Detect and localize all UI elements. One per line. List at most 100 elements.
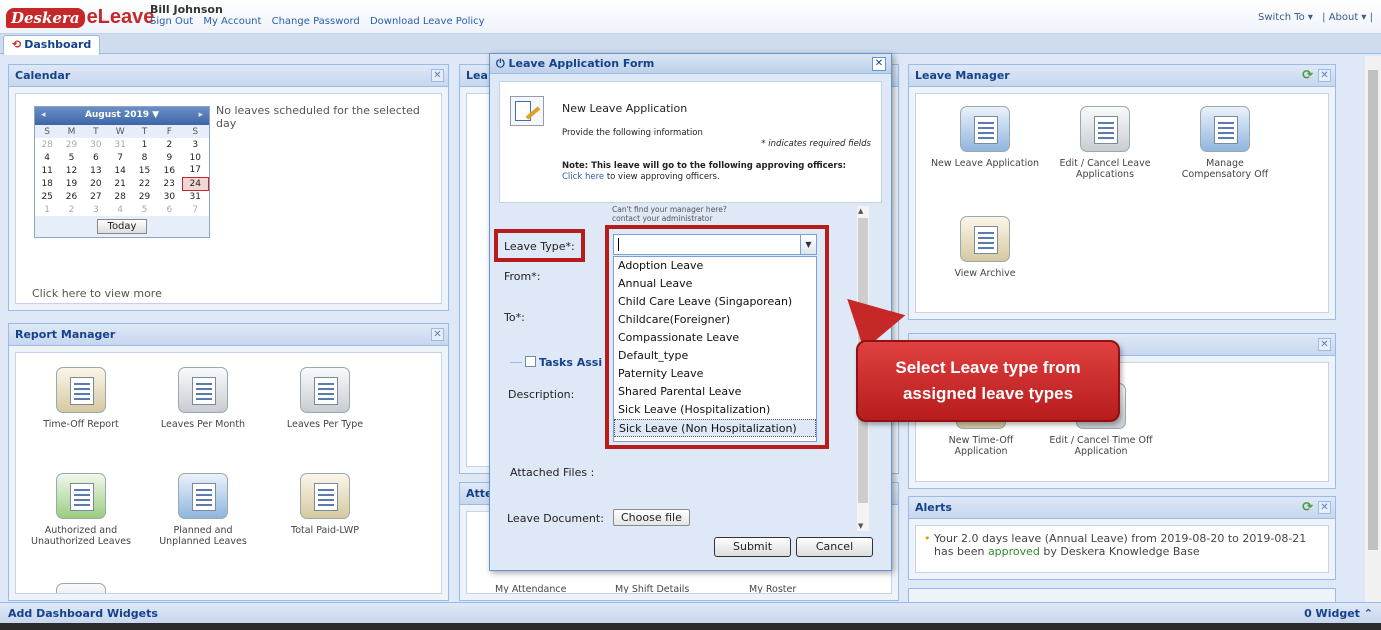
calendar-day[interactable]: 6: [84, 151, 108, 164]
modal-close-icon[interactable]: ✕: [872, 57, 886, 71]
today-button[interactable]: Today: [96, 219, 148, 234]
calendar-day[interactable]: 30: [84, 138, 108, 151]
manage-compensatory-off-tile[interactable]: Manage Compensatory Off: [1170, 106, 1280, 180]
edit-leave-icon: [1080, 106, 1130, 152]
my-shift-details-tile[interactable]: My Shift Details: [615, 584, 689, 593]
calendar-day[interactable]: 29: [132, 190, 156, 203]
refresh-icon[interactable]: ⟳: [1302, 500, 1313, 515]
calendar-day[interactable]: 8: [132, 151, 156, 164]
no-leaves-text: No leaves scheduled for the selected day: [216, 104, 420, 130]
my-account-link[interactable]: My Account: [203, 16, 261, 27]
edit-cancel-leave-tile[interactable]: Edit / Cancel Leave Applications: [1050, 106, 1160, 180]
calendar-day[interactable]: 3: [84, 203, 108, 216]
calendar-month-picker[interactable]: August 2019 ▼: [85, 110, 159, 120]
submit-button[interactable]: Submit: [714, 537, 791, 557]
report-icon: [300, 367, 350, 413]
about-menu[interactable]: | About ▾ |: [1322, 12, 1373, 23]
choose-file-button[interactable]: Choose file: [613, 509, 690, 526]
calendar-day[interactable]: 9: [157, 151, 182, 164]
calendar-day[interactable]: 28: [108, 190, 132, 203]
calendar-day[interactable]: 14: [108, 164, 132, 177]
collapse-icon[interactable]: ⌃: [1364, 607, 1373, 620]
my-roster-tile[interactable]: My Roster: [749, 584, 796, 593]
refresh-icon[interactable]: ⟳: [1302, 68, 1313, 83]
calendar-day[interactable]: 17: [182, 164, 208, 177]
sign-out-link[interactable]: Sign Out: [150, 16, 193, 27]
calendar-day[interactable]: 16: [157, 164, 182, 177]
calendar-day[interactable]: 31: [182, 190, 208, 203]
calendar-day[interactable]: 31: [108, 138, 132, 151]
time-off-report-tile[interactable]: Time-Off Report: [26, 367, 136, 430]
add-dashboard-widgets-button[interactable]: Add Dashboard Widgets: [8, 607, 158, 620]
calendar-day[interactable]: 10: [182, 151, 208, 164]
page-scroll-thumb[interactable]: [1368, 70, 1378, 550]
calendar-day[interactable]: 15: [132, 164, 156, 177]
mini-calendar[interactable]: ◂ August 2019 ▼ ▸ S M T W T F S 28 29 30: [34, 106, 210, 238]
calendar-day[interactable]: 26: [59, 190, 83, 203]
view-more-link[interactable]: Click here to view more: [32, 287, 162, 300]
leaves-per-type-tile[interactable]: Leaves Per Type: [270, 367, 380, 430]
calendar-day[interactable]: 21: [108, 177, 132, 190]
widget-count[interactable]: 0 Widget ⌃: [1304, 607, 1373, 620]
calendar-day[interactable]: 1: [132, 138, 156, 151]
approving-officers-link[interactable]: Click here: [562, 172, 604, 182]
scroll-up-icon[interactable]: ▲: [858, 207, 863, 215]
calendar-day[interactable]: 4: [35, 151, 59, 164]
download-leave-policy-link[interactable]: Download Leave Policy: [370, 16, 485, 27]
calendar-day[interactable]: 23: [157, 177, 182, 190]
close-icon[interactable]: ✕: [431, 69, 444, 82]
calendar-day[interactable]: 2: [59, 203, 83, 216]
calendar-day[interactable]: 4: [108, 203, 132, 216]
calendar-day[interactable]: 5: [132, 203, 156, 216]
calendar-day[interactable]: 19: [59, 177, 83, 190]
calendar-day[interactable]: 28: [35, 138, 59, 151]
next-month-icon[interactable]: ▸: [198, 110, 203, 120]
calendar-day[interactable]: 7: [182, 203, 208, 216]
calendar-day[interactable]: 1: [35, 203, 59, 216]
calendar-day[interactable]: 5: [59, 151, 83, 164]
close-icon[interactable]: ✕: [1318, 69, 1331, 82]
close-icon[interactable]: ✕: [431, 328, 444, 341]
tab-strip: ⟲ Dashboard: [0, 34, 1381, 55]
tile-label: Leaves Per Type: [286, 419, 364, 430]
change-password-link[interactable]: Change Password: [272, 16, 360, 27]
new-leave-application-tile[interactable]: New Leave Application: [930, 106, 1040, 169]
planned-unplanned-leaves-tile[interactable]: Planned and Unplanned Leaves: [148, 473, 258, 547]
calendar-day[interactable]: 7: [108, 151, 132, 164]
calendar-day[interactable]: 11: [35, 164, 59, 177]
instruction-callout: Select Leave type from assigned leave ty…: [856, 340, 1120, 422]
switch-to-menu[interactable]: Switch To ▾: [1258, 12, 1313, 23]
tasks-assignment-fieldset[interactable]: Tasks Assi: [510, 356, 602, 369]
calendar-day[interactable]: 18: [35, 177, 59, 190]
manager-hint-line-1: Can't find your manager here?: [612, 205, 727, 214]
calendar-day[interactable]: 29: [59, 138, 83, 151]
alerts-title: Alerts: [915, 501, 952, 514]
authorized-unauthorized-leaves-tile[interactable]: Authorized and Unauthorized Leaves: [26, 473, 136, 547]
close-icon[interactable]: ✕: [1318, 338, 1331, 351]
calendar-day[interactable]: 30: [157, 190, 182, 203]
calendar-day-selected[interactable]: 24: [181, 176, 210, 191]
calendar-day[interactable]: 13: [84, 164, 108, 177]
scroll-down-icon[interactable]: ▼: [858, 522, 863, 530]
calendar-day[interactable]: 3: [182, 138, 208, 151]
deskera-eleave-logo[interactable]: Deskera eLeave: [6, 6, 154, 30]
close-icon[interactable]: ✕: [1318, 501, 1331, 514]
view-archive-tile[interactable]: View Archive: [930, 216, 1040, 279]
calendar-day[interactable]: 20: [84, 177, 108, 190]
calendar-day[interactable]: 22: [132, 177, 156, 190]
calendar-day[interactable]: 12: [59, 164, 83, 177]
tab-dashboard[interactable]: ⟲ Dashboard: [3, 35, 101, 55]
my-attendance-tile[interactable]: My Attendance: [495, 584, 566, 593]
calendar-day[interactable]: 27: [84, 190, 108, 203]
calendar-day[interactable]: 2: [157, 138, 182, 151]
calendar-day[interactable]: 6: [157, 203, 182, 216]
tasks-checkbox[interactable]: [525, 356, 536, 367]
prev-month-icon[interactable]: ◂: [41, 110, 46, 120]
leaves-per-month-tile[interactable]: Leaves Per Month: [148, 367, 258, 430]
tile-label: Authorized and Unauthorized Leaves: [30, 525, 131, 547]
cancel-button[interactable]: Cancel: [796, 537, 873, 557]
total-paid-lwp-tile[interactable]: Total Paid-LWP: [270, 473, 380, 536]
more-report-tile[interactable]: [26, 583, 136, 593]
page-scrollbar[interactable]: [1365, 56, 1381, 602]
calendar-day[interactable]: 25: [35, 190, 59, 203]
